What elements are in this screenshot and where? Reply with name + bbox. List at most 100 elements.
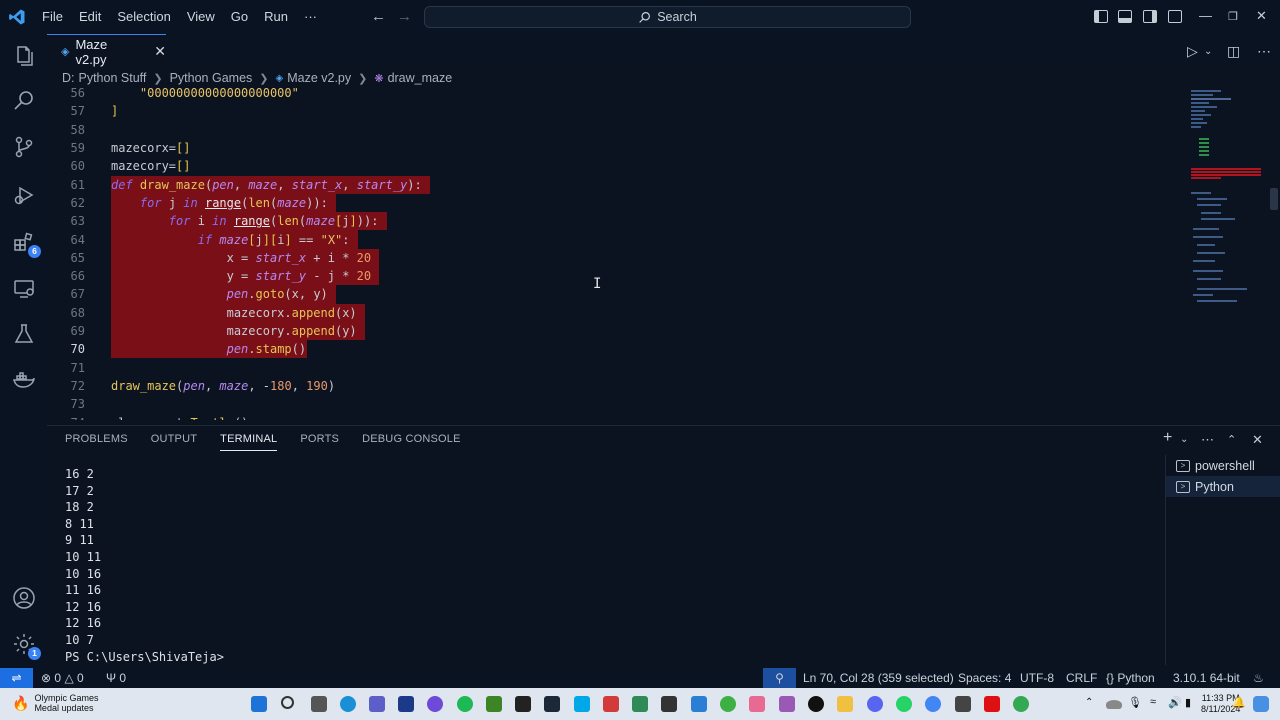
code-line[interactable]: 73 (47, 395, 1187, 413)
breadcrumb-drive[interactable]: D: (62, 71, 75, 85)
testing-icon[interactable] (11, 321, 37, 347)
cursor-position[interactable]: Ln 70, Col 28 (359 selected) (803, 671, 954, 685)
code-line[interactable]: 62 for j in range(len(maze)): (47, 193, 1187, 213)
menu-run[interactable]: Run (256, 0, 296, 34)
run-dropdown-icon[interactable]: ⌄ (1204, 46, 1212, 57)
code-line[interactable]: 69 mazecory.append(y) (47, 321, 1187, 341)
code-line[interactable]: 59 mazecorx=[] (47, 139, 1187, 157)
tab-maze-v2[interactable]: ◈ Maze v2.py ✕ (47, 34, 166, 68)
ports-status[interactable]: Ψ 0 (106, 671, 126, 685)
minimize-icon[interactable]: — (1199, 8, 1212, 23)
code-line[interactable]: 61 def draw_maze(pen, maze, start_x, star… (47, 175, 1187, 194)
back-arrow-icon[interactable]: ← (371, 8, 386, 25)
extensions-icon[interactable]: 6 (11, 229, 41, 258)
app-icon[interactable] (955, 696, 971, 712)
search-view-icon[interactable] (11, 88, 37, 114)
code-line[interactable]: 71 (47, 359, 1187, 377)
teams-icon[interactable] (369, 696, 385, 712)
terminal-app-icon[interactable] (661, 696, 677, 712)
notification-icon[interactable]: 🔔 (1232, 696, 1248, 712)
toggle-secondary-sidebar-icon[interactable] (1143, 10, 1157, 23)
chrome-alt-icon[interactable] (1013, 696, 1029, 712)
restore-icon[interactable]: ❐ (1228, 10, 1238, 23)
encoding[interactable]: UTF-8 (1020, 671, 1054, 685)
chrome-icon[interactable] (925, 696, 941, 712)
minecraft-icon[interactable] (486, 696, 502, 712)
app-icon[interactable] (574, 696, 590, 712)
breadcrumb-symbol[interactable]: draw_maze (388, 71, 453, 85)
volume-icon[interactable]: 🔊 (1168, 696, 1184, 712)
spotify-icon[interactable] (457, 696, 473, 712)
app-icon[interactable] (720, 696, 736, 712)
terminal-item-powershell[interactable]: > powershell (1166, 455, 1280, 476)
app-icon[interactable] (427, 696, 443, 712)
menu-view[interactable]: View (179, 0, 223, 34)
epic-games-icon[interactable] (515, 696, 531, 712)
run-debug-icon[interactable] (11, 182, 37, 208)
toggle-primary-sidebar-icon[interactable] (1094, 10, 1108, 23)
whatsapp-icon[interactable] (896, 696, 912, 712)
app-icon[interactable] (749, 696, 765, 712)
code-line[interactable]: 68 mazecorx.append(x) (47, 303, 1187, 322)
code-line[interactable]: 64 if maze[j][i] == "X": (47, 230, 1187, 249)
language-mode[interactable]: {} Python (1106, 671, 1155, 685)
terminal-dropdown-icon[interactable]: ⌄ (1180, 434, 1188, 445)
code-line[interactable]: 70 pen.stamp() (47, 340, 1187, 359)
command-search-box[interactable]: Search (424, 6, 911, 28)
interpreter[interactable]: 3.10.1 64-bit (1173, 671, 1240, 685)
menu-go[interactable]: Go (223, 0, 256, 34)
taskbar-search-icon[interactable] (281, 696, 294, 709)
source-control-icon[interactable] (11, 134, 37, 160)
onedrive-icon[interactable] (1106, 700, 1122, 709)
terminal-item-python[interactable]: > Python (1166, 476, 1280, 497)
battery-icon[interactable]: ▮ (1185, 696, 1201, 712)
new-terminal-icon[interactable]: + (1163, 429, 1172, 447)
code-line[interactable]: 72 draw_maze(pen, maze, -180, 190) (47, 377, 1187, 395)
errors-status[interactable]: ⊗ 0 △ 0 (41, 671, 84, 685)
accounts-icon[interactable] (11, 585, 37, 611)
tab-problems[interactable]: PROBLEMS (65, 433, 128, 445)
microphone-icon[interactable]: 🎙 (1128, 696, 1144, 712)
code-line[interactable]: 56 "00000000000000000000" (47, 88, 1187, 102)
task-view-icon[interactable] (311, 696, 327, 712)
panel-more-icon[interactable]: ⋯ (1201, 432, 1214, 448)
close-tab-icon[interactable]: ✕ (154, 43, 166, 60)
vscode-taskbar-icon[interactable] (691, 696, 707, 712)
close-window-icon[interactable]: ✕ (1256, 8, 1267, 24)
steam-icon[interactable] (544, 696, 560, 712)
menu-file[interactable]: File (34, 0, 71, 34)
menu-edit[interactable]: Edit (71, 0, 109, 34)
breadcrumb-file[interactable]: Maze v2.py (287, 71, 351, 85)
discord-icon[interactable] (867, 696, 883, 712)
code-line[interactable]: 66 y = start_y - j * 20 (47, 267, 1187, 286)
maximize-panel-icon[interactable]: ⌃ (1227, 433, 1236, 446)
remote-explorer-icon[interactable] (11, 275, 37, 301)
edge-icon[interactable] (340, 696, 356, 712)
code-line[interactable]: 67 pen.goto(x, y) (47, 285, 1187, 304)
wifi-icon[interactable]: ≈ (1150, 696, 1166, 712)
app-icon[interactable] (632, 696, 648, 712)
tab-debug-console[interactable]: DEBUG CONSOLE (362, 433, 461, 445)
terminal-output[interactable]: 16 2 17 2 18 28 11 9 11 10 11 10 16 11 16 12 16… (47, 466, 1162, 668)
file-explorer-icon[interactable] (837, 696, 853, 712)
visual-studio-icon[interactable] (398, 696, 414, 712)
split-editor-icon[interactable]: ◫ (1227, 43, 1240, 60)
news-widget[interactable]: 🔥 Olympic Games Medal updates (12, 693, 98, 713)
docker-icon[interactable] (11, 367, 37, 393)
menu-more[interactable]: ··· (296, 0, 325, 34)
code-line[interactable]: 58 (47, 121, 1187, 139)
notifications-bell-icon[interactable]: ♨ (1253, 671, 1264, 685)
toggle-panel-icon[interactable] (1118, 10, 1132, 23)
explorer-icon[interactable] (11, 43, 37, 69)
chevron-up-icon[interactable]: ⌃ (1085, 697, 1101, 713)
start-menu-icon[interactable] (251, 696, 267, 712)
minimap[interactable] (1187, 88, 1280, 420)
more-actions-icon[interactable]: ⋯ (1257, 43, 1271, 60)
copilot-icon[interactable] (1253, 696, 1269, 712)
scrollbar-thumb[interactable] (1270, 188, 1278, 210)
tab-ports[interactable]: PORTS (300, 433, 339, 445)
settings-gear-icon[interactable]: 1 (11, 631, 41, 660)
run-file-icon[interactable]: ▷ (1187, 43, 1198, 60)
code-line[interactable]: 74 player = t.Turtle() (47, 413, 1187, 420)
app-icon[interactable] (603, 696, 619, 712)
